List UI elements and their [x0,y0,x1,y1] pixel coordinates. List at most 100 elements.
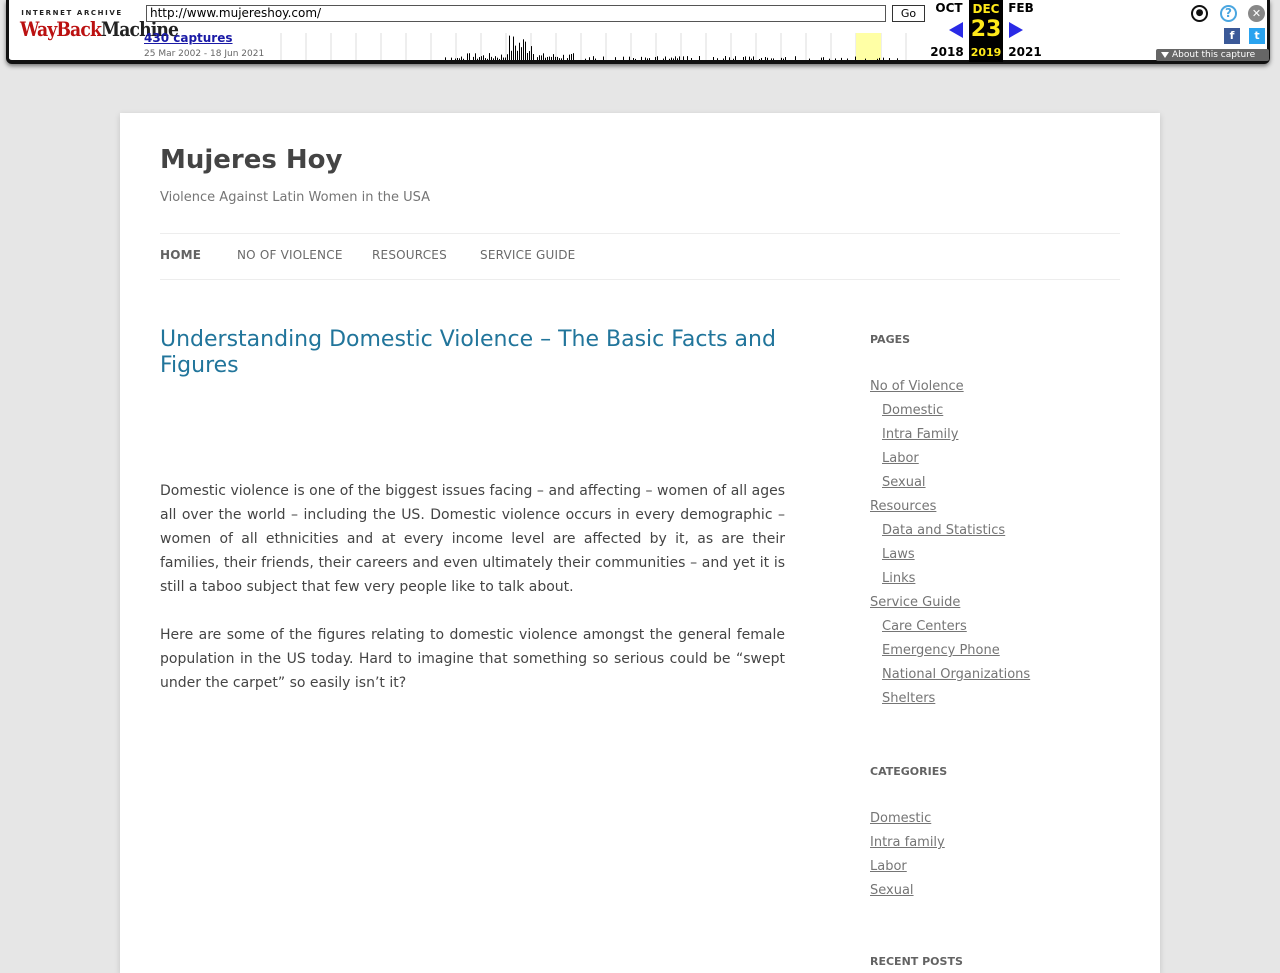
capture-bar [677,58,678,60]
post-title[interactable]: Understanding Domestic Violence – The Ba… [160,327,800,379]
sidebar-page-link[interactable]: Laws [882,547,915,562]
wayback-logo[interactable]: INTERNET ARCHIVE WayBackMachine [20,9,179,49]
capture-bar [641,56,642,60]
capture-bar [523,39,524,60]
nav-item-no-of-violence[interactable]: NO OF VIOLENCE [237,248,343,262]
sidebar-page-link[interactable]: Labor [882,451,919,466]
nav-item-service-guide[interactable]: SERVICE GUIDE [480,248,575,262]
capture-bar [557,56,558,60]
sidebar-page-link[interactable]: Care Centers [882,619,967,634]
capture-bar [603,56,604,60]
capture-bar [669,58,670,60]
categories-widget-title: CATEGORIES [870,765,948,778]
capture-bar [729,57,730,60]
capture-bar [517,50,518,60]
capture-bar [543,53,544,60]
prev-year-label[interactable]: 2018 [927,45,967,59]
nav-item-resources[interactable]: RESOURCES [372,248,447,262]
capture-bar [525,41,526,60]
nav-item-home[interactable]: HOME [160,248,201,262]
sidebar-page-link[interactable]: No of Violence [870,379,964,394]
user-icon[interactable]: ● [1191,5,1208,22]
url-input[interactable]: http://www.mujereshoy.com/ [146,5,886,22]
capture-bar [561,58,562,60]
sidebar-page-link[interactable]: Sexual [882,475,926,490]
sidebar-category-link[interactable]: Sexual [870,883,914,898]
sidebar-category-link[interactable]: Domestic [870,811,931,826]
capture-bar [541,55,542,60]
next-year-label[interactable]: 2021 [1005,45,1045,59]
capture-bar [671,57,672,60]
capture-bar [879,57,880,60]
captures-link[interactable]: 430 captures [144,31,233,45]
capture-bar [497,57,498,60]
capture-bar [473,56,474,60]
sidebar-page-link[interactable]: Domestic [882,403,943,418]
capture-bar [773,58,774,60]
close-icon[interactable]: ✕ [1248,5,1265,22]
page-container: Mujeres Hoy Violence Against Latin Women… [120,113,1160,973]
help-icon[interactable]: ? [1220,5,1237,22]
capture-bar [735,56,736,60]
go-button[interactable]: Go [892,5,925,22]
capture-bar [717,58,718,60]
capture-bar [513,36,514,60]
capture-bar [809,58,810,60]
capture-bar [623,56,624,60]
capture-bar [713,56,714,60]
sidebar-page-link[interactable]: Shelters [882,691,935,706]
capture-bar [457,57,458,60]
capture-bar [495,56,496,60]
post-paragraph: Here are some of the figures relating to… [160,627,785,691]
capture-bar [663,58,664,60]
capture-bar [889,58,890,60]
capture-bar [481,56,482,60]
internet-archive-label: INTERNET ARCHIVE [21,9,123,17]
capture-bar [877,58,878,60]
capture-bar [571,53,572,60]
capture-bar [555,56,556,60]
capture-bar [549,56,550,60]
capture-bar [567,58,568,60]
capture-bar [533,54,534,60]
capture-bar [675,56,676,60]
sidebar-category-link[interactable]: Intra family [870,835,945,850]
capture-bar [865,58,866,60]
sidebar-page-link[interactable]: Links [882,571,915,586]
sidebar-page-link[interactable]: Resources [870,499,936,514]
facebook-icon[interactable]: f [1224,28,1240,44]
capture-bar [563,54,564,60]
capture-bar [445,57,446,60]
about-capture-button[interactable]: About this capture [1156,49,1269,61]
capture-bar [499,58,500,60]
sidebar-page-link[interactable]: Service Guide [870,595,960,610]
sidebar-page-link[interactable]: Intra Family [882,427,958,442]
capture-bar [629,56,630,60]
capture-bar [503,57,504,60]
capture-bar [765,57,766,60]
site-title[interactable]: Mujeres Hoy [160,145,342,175]
capture-bar [545,57,546,60]
sidebar-page-link[interactable]: National Organizations [882,667,1030,682]
capture-bar [657,56,658,60]
capture-sparkline[interactable] [275,33,927,60]
prev-capture-arrow-icon[interactable] [949,22,963,38]
capture-bar [595,58,596,60]
next-capture-arrow-icon[interactable] [1009,22,1023,38]
capture-bar [751,58,752,60]
capture-bar [479,57,480,60]
capture-bar [511,50,512,60]
sidebar-page-link[interactable]: Data and Statistics [882,523,1005,538]
twitter-icon[interactable]: t [1249,28,1265,44]
capture-bar [491,56,492,60]
capture-bar [475,53,476,60]
sidebar-category-link[interactable]: Labor [870,859,907,874]
prev-month-label[interactable]: OCT [929,1,969,15]
sidebar-page-link[interactable]: Emergency Phone [882,643,1000,658]
capture-bar [509,35,510,60]
next-month-label[interactable]: FEB [1001,1,1041,15]
capture-bar [593,56,594,60]
wayback-machine-wordmark: WayBackMachine [20,17,179,41]
capture-bar [767,57,768,60]
capture-bar [679,56,680,60]
